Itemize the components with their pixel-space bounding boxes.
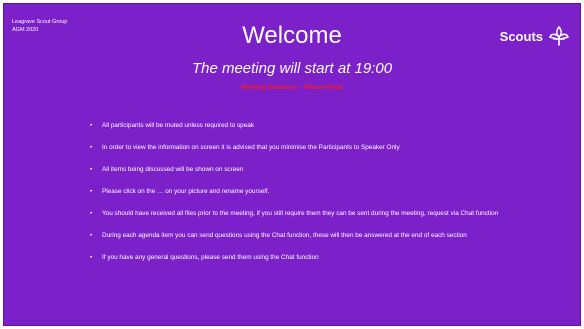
list-item: • All participants will be muted unless r…: [90, 121, 510, 130]
bullet-mark: •: [90, 144, 93, 151]
slide-title: Welcome: [242, 22, 342, 49]
list-item-text: Please click on the … on your picture an…: [102, 188, 270, 195]
list-item-text: During each agenda item you can send que…: [102, 232, 467, 239]
bullet-mark: •: [90, 188, 93, 195]
list-item-text: You should have received all files prior…: [102, 210, 499, 217]
list-item-text: In order to view the information on scre…: [102, 144, 400, 151]
bullet-mark: •: [90, 122, 93, 129]
bullet-mark: •: [90, 166, 93, 173]
fleur-de-lis-icon: [548, 26, 570, 46]
list-item: • You should have received all files prio…: [90, 209, 510, 218]
presentation-slide: Leagrave Scout Group AGM 2020 Welcome Sc…: [3, 3, 581, 326]
bullet-mark: •: [90, 232, 93, 239]
bullet-mark: •: [90, 210, 93, 217]
list-item: • If you have any general questions, plea…: [90, 253, 510, 262]
list-item: • In order to view the information on scr…: [90, 143, 510, 152]
guidance-list: • All participants will be muted unless r…: [90, 121, 510, 275]
guidance-notice: Meeting Guidance – Please Read: [241, 84, 343, 91]
scouts-logo: Scouts: [500, 26, 570, 46]
meeting-start-time: The meeting will start at 19:00: [191, 60, 393, 77]
list-item: • All items being discussed will be shown…: [90, 165, 510, 174]
list-item-text: All items being discussed will be shown …: [102, 166, 244, 173]
bullet-mark: •: [90, 254, 93, 261]
list-item-text: All participants will be muted unless re…: [102, 122, 255, 129]
logo-text: Scouts: [499, 28, 543, 44]
list-item: • During each agenda item you can send qu…: [90, 231, 510, 240]
list-item: • Please click on the … on your picture a…: [90, 187, 510, 196]
list-item-text: If you have any general questions, pleas…: [102, 254, 319, 261]
